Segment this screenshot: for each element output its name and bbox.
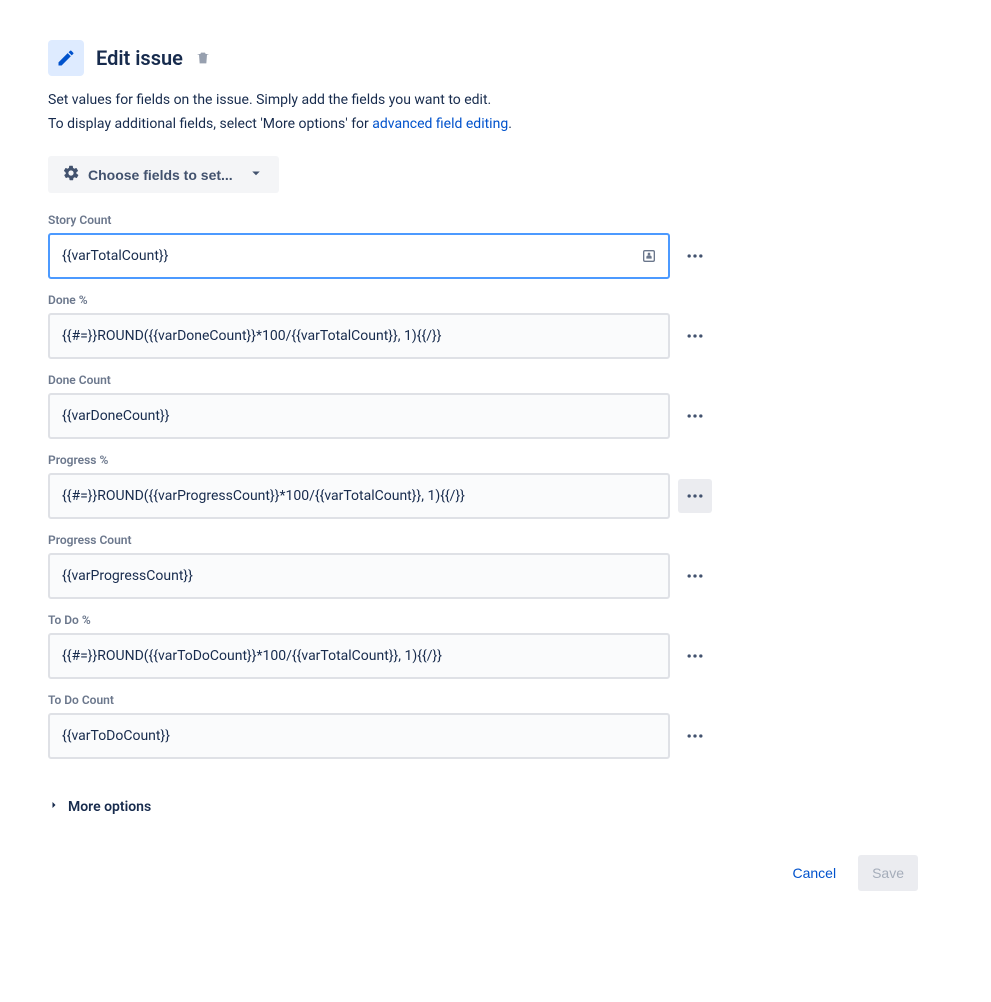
gear-icon <box>62 164 80 185</box>
field-row <box>48 313 943 359</box>
choose-fields-button[interactable]: Choose fields to set... <box>48 156 279 193</box>
field-group: To Do % <box>48 613 943 679</box>
pencil-icon <box>48 40 84 76</box>
field-more-actions-button[interactable] <box>678 639 712 673</box>
header: Edit issue <box>48 40 943 76</box>
field-group: Done Count <box>48 373 943 439</box>
field-more-actions-button[interactable] <box>678 399 712 433</box>
more-options-label: More options <box>68 799 151 815</box>
field-more-actions-button[interactable] <box>678 479 712 513</box>
cancel-button[interactable]: Cancel <box>778 855 850 891</box>
input-wrap <box>48 553 670 599</box>
chevron-right-icon <box>48 799 60 815</box>
field-more-actions-button[interactable] <box>678 719 712 753</box>
field-input[interactable] <box>48 393 670 439</box>
field-label: To Do Count <box>48 693 943 707</box>
advanced-field-editing-link[interactable]: advanced field editing <box>372 116 508 132</box>
field-group: Story Count <box>48 213 943 279</box>
field-input[interactable] <box>48 233 670 279</box>
fields-list: Story Count Done % Done Count Progress % Pro… <box>48 213 943 759</box>
trash-icon[interactable] <box>195 50 211 66</box>
footer-buttons: Cancel Save <box>48 855 918 891</box>
field-label: To Do % <box>48 613 943 627</box>
field-group: To Do Count <box>48 693 943 759</box>
field-label: Progress Count <box>48 533 943 547</box>
description-line1: Set values for fields on the issue. Simp… <box>48 92 943 108</box>
field-more-actions-button[interactable] <box>678 559 712 593</box>
description-line2-suffix: . <box>508 116 512 132</box>
input-wrap <box>48 633 670 679</box>
chevron-down-icon <box>247 164 265 185</box>
choose-fields-label: Choose fields to set... <box>88 167 233 183</box>
field-input[interactable] <box>48 713 670 759</box>
description-line2-prefix: To display additional fields, select 'Mo… <box>48 116 372 132</box>
field-row <box>48 393 943 439</box>
field-group: Progress % <box>48 453 943 519</box>
input-wrap <box>48 313 670 359</box>
save-button[interactable]: Save <box>858 855 918 891</box>
field-input[interactable] <box>48 633 670 679</box>
field-input[interactable] <box>48 553 670 599</box>
contact-card-icon[interactable] <box>640 247 658 265</box>
input-wrap <box>48 393 670 439</box>
input-wrap <box>48 713 670 759</box>
page-title: Edit issue <box>96 46 183 70</box>
field-label: Progress % <box>48 453 943 467</box>
field-row <box>48 633 943 679</box>
field-more-actions-button[interactable] <box>678 239 712 273</box>
more-options-toggle[interactable]: More options <box>48 799 151 815</box>
field-group: Progress Count <box>48 533 943 599</box>
input-wrap <box>48 473 670 519</box>
field-row <box>48 473 943 519</box>
field-input[interactable] <box>48 473 670 519</box>
field-row <box>48 553 943 599</box>
field-label: Done Count <box>48 373 943 387</box>
field-label: Done % <box>48 293 943 307</box>
field-label: Story Count <box>48 213 943 227</box>
input-wrap <box>48 233 670 279</box>
field-row <box>48 233 943 279</box>
field-more-actions-button[interactable] <box>678 319 712 353</box>
field-group: Done % <box>48 293 943 359</box>
field-row <box>48 713 943 759</box>
description-line2: To display additional fields, select 'Mo… <box>48 116 943 132</box>
field-input[interactable] <box>48 313 670 359</box>
